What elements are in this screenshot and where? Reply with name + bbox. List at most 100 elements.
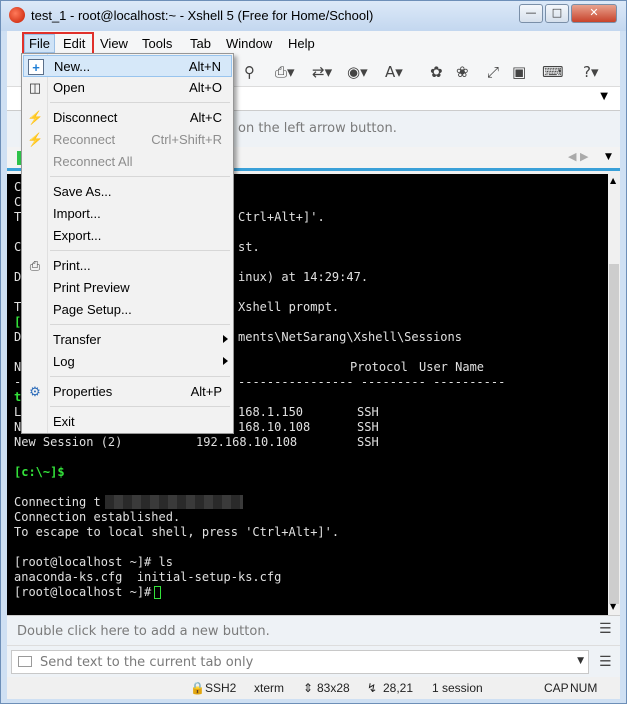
menu-item-export[interactable]: Export... <box>23 225 232 247</box>
lock-status-icon: 🔒 <box>190 681 205 695</box>
status-bar: 🔒 SSH2 xterm ⇕ 83x28 ↯ 28,21 1 session C… <box>7 677 620 699</box>
reconnect-plug-icon: ⚡ <box>27 132 44 147</box>
menu-tools[interactable]: Tools <box>142 36 172 51</box>
menu-item-shortcut: Ctrl+Shift+R <box>151 132 222 147</box>
menu-item-shortcut: Alt+C <box>189 110 222 125</box>
term-col-protocol: Protocol <box>350 360 408 374</box>
term-row-name: New Session (2) <box>14 435 123 449</box>
term-established: Connection established. <box>14 510 181 524</box>
globe-icon[interactable]: ◉▾ <box>347 63 368 81</box>
menu-item-reconnect[interactable]: ⚡ Reconnect Ctrl+Shift+R <box>23 129 232 151</box>
term-connecting: Connecting t <box>14 495 101 509</box>
script-icon[interactable]: ❀ <box>456 63 469 81</box>
tab-scroll-arrows-icon[interactable]: ◀ ▶ <box>568 150 588 163</box>
status-size: 83x28 <box>317 681 350 695</box>
term-row-host: 168.10.108 <box>238 420 311 434</box>
term-col-username: User Name <box>419 360 485 374</box>
terminal-scrollbar[interactable]: ▲ ▼ <box>608 174 620 615</box>
menu-item-open[interactable]: ◫ Open Alt+O <box>23 77 232 99</box>
send-dropdown-icon[interactable]: ▼ <box>577 656 584 666</box>
menu-separator <box>50 250 230 251</box>
menu-item-label: Transfer <box>53 332 101 347</box>
redacted-host-blur <box>105 495 243 509</box>
send-text-placeholder: Send text to the current tab only <box>40 655 254 670</box>
menu-item-new[interactable]: + New... Alt+N <box>23 55 232 77</box>
keyboard-small-icon <box>18 656 32 667</box>
menu-item-exit[interactable]: Exit <box>23 411 232 433</box>
menu-bar: File Edit View Tools Tab Window Help <box>7 31 620 58</box>
menu-separator <box>50 102 230 103</box>
menu-item-label: Save As... <box>53 184 112 199</box>
menu-item-label: Import... <box>53 206 101 221</box>
menu-item-label: New... <box>54 59 91 74</box>
menu-window[interactable]: Window <box>226 36 272 51</box>
menu-item-label: Log <box>53 354 75 369</box>
send-text-field[interactable]: Send text to the current tab only ▼ <box>11 650 589 674</box>
print-icon[interactable]: ⎙▾ <box>275 63 295 81</box>
term-row-protocol: SSH <box>357 435 379 449</box>
close-button[interactable]: ✕ <box>571 4 617 23</box>
submenu-arrow-icon <box>223 335 228 343</box>
term-text: Xshell prompt. <box>238 300 340 314</box>
quickbar-text: Double click here to add a new button. <box>17 624 270 639</box>
compose-bar: Send text to the current tab only ▼ ☰ <box>7 645 620 677</box>
menu-item-label: Reconnect <box>53 132 116 147</box>
window-title: test_1 - root@localhost:~ - Xshell 5 (Fr… <box>31 8 374 23</box>
properties-icon: ⚙ <box>29 384 41 399</box>
lock-icon[interactable]: ▣ <box>512 63 526 81</box>
address-dropdown-icon[interactable]: ▼ <box>600 91 608 102</box>
tab-list-icon[interactable]: ▼ <box>605 152 612 162</box>
xshell-app-icon <box>9 7 25 23</box>
quick-command-bar[interactable]: Double click here to add a new button. ☰ <box>7 615 620 645</box>
menu-tab[interactable]: Tab <box>190 36 211 51</box>
menu-item-page-setup[interactable]: Page Setup... <box>23 299 232 321</box>
term-dashes: ---------------- --------- ---------- <box>238 375 506 389</box>
cursor-pos-icon: ↯ <box>367 681 378 695</box>
menu-item-print-preview[interactable]: Print Preview <box>23 277 232 299</box>
menu-item-reconnect-all[interactable]: Reconnect All <box>23 151 232 173</box>
hint-text: on the left arrow button. <box>238 121 397 136</box>
menu-item-print[interactable]: ⎙ Print... <box>23 255 232 277</box>
menu-item-shortcut: Alt+P <box>190 384 222 399</box>
help-icon[interactable]: ?▾ <box>583 63 599 81</box>
menu-item-label: Open <box>53 80 85 95</box>
status-sessions: 1 session <box>432 681 483 695</box>
term-local-prompt: [c:\~]$ <box>14 465 65 479</box>
menu-item-import[interactable]: Import... <box>23 203 232 225</box>
term-text: inux) at 14:29:47. <box>238 270 369 284</box>
term-text: st. <box>238 240 260 254</box>
keyboard-icon[interactable]: ⌨ <box>542 63 564 81</box>
menu-separator <box>50 324 230 325</box>
menu-item-label: Disconnect <box>53 110 118 125</box>
fullscreen-icon[interactable]: ⤢ <box>487 63 499 81</box>
title-bar[interactable]: test_1 - root@localhost:~ - Xshell 5 (Fr… <box>1 1 626 31</box>
menu-item-transfer[interactable]: Transfer <box>23 329 232 351</box>
menu-item-label: Reconnect All <box>53 154 133 169</box>
menu-item-label: Export... <box>53 228 102 243</box>
menu-item-label: Print... <box>53 258 91 273</box>
minimize-button[interactable]: — <box>519 4 543 23</box>
menu-item-disconnect[interactable]: ⚡ Disconnect Alt+C <box>23 107 232 129</box>
menu-item-properties[interactable]: ⚙ Properties Alt+P <box>23 381 232 403</box>
menu-separator <box>50 376 230 377</box>
status-term: xterm <box>254 681 284 695</box>
submenu-arrow-icon <box>223 357 228 365</box>
transfer-icon[interactable]: ⇄▾ <box>312 63 332 81</box>
scroll-thumb[interactable] <box>609 264 619 604</box>
scroll-down-icon[interactable]: ▼ <box>610 602 616 611</box>
menu-lines-icon[interactable]: ☰ <box>599 621 612 637</box>
menu-item-save-as[interactable]: Save As... <box>23 181 232 203</box>
find-icon[interactable]: ⚲ <box>244 63 255 81</box>
term-row-protocol: SSH <box>357 420 379 434</box>
menu-lines-icon[interactable]: ☰ <box>599 654 612 670</box>
term-row-protocol: SSH <box>357 405 379 419</box>
scroll-up-icon[interactable]: ▲ <box>610 176 616 185</box>
menu-view[interactable]: View <box>100 36 128 51</box>
menu-item-log[interactable]: Log <box>23 351 232 373</box>
term-text: ments\NetSarang\Xshell\Sessions <box>238 330 462 344</box>
font-icon[interactable]: A▾ <box>385 63 403 81</box>
xftp-icon[interactable]: ✿ <box>430 63 443 81</box>
maximize-button[interactable]: □ <box>545 4 569 23</box>
menu-help[interactable]: Help <box>288 36 315 51</box>
open-folder-icon: ◫ <box>28 80 42 95</box>
